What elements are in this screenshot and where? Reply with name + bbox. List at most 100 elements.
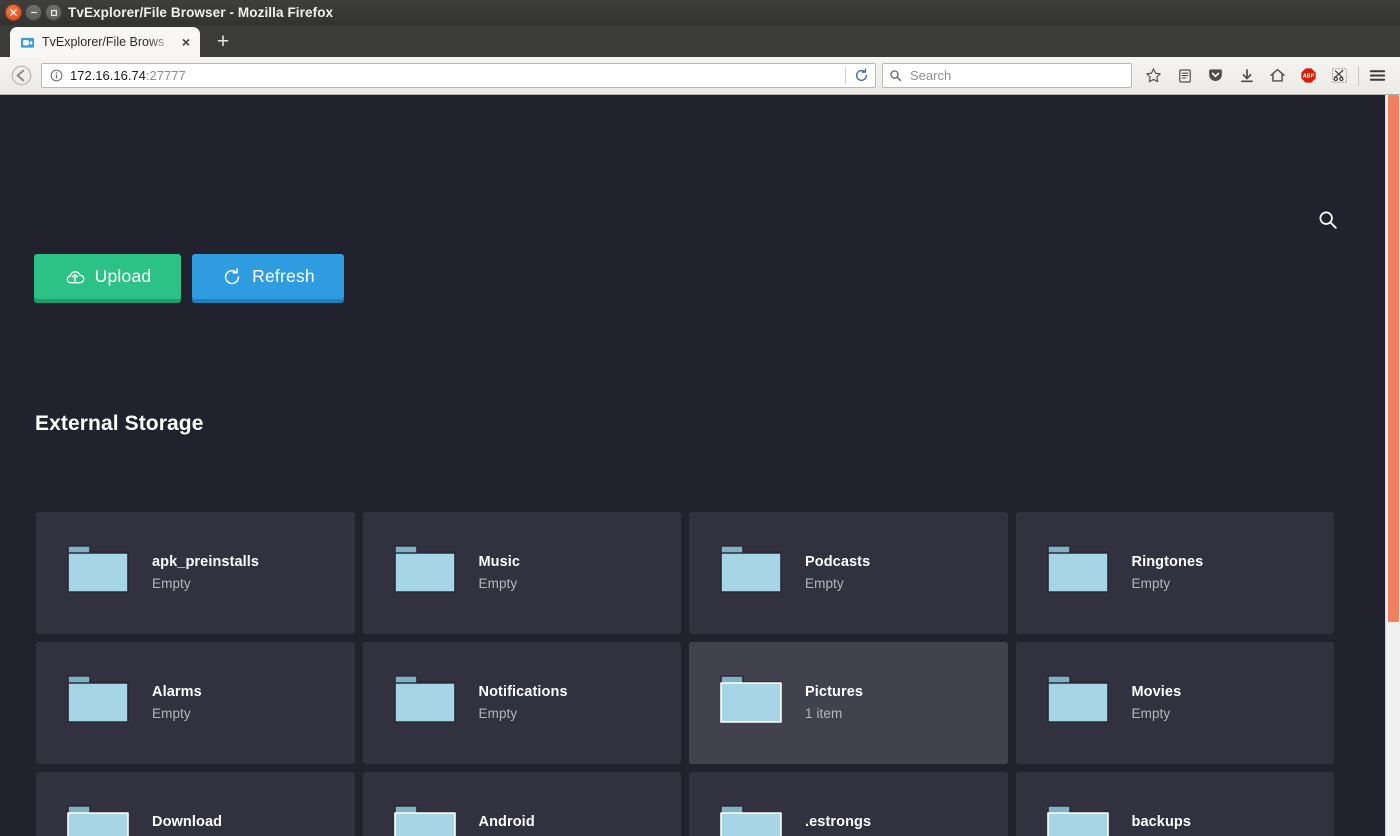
folder-meta: Pictures 1 item	[805, 667, 863, 721]
back-arrow-icon[interactable]	[7, 62, 35, 90]
info-icon[interactable]	[49, 69, 64, 82]
folder-grid: apk_preinstalls Empty Music Empty	[36, 512, 1334, 836]
search-icon[interactable]	[1315, 207, 1341, 233]
url-bar[interactable]: 172.16.16.74:27777	[41, 63, 876, 88]
library-icon[interactable]	[1169, 61, 1200, 91]
folder-icon	[1046, 667, 1110, 730]
url-port: :27777	[146, 68, 186, 83]
folder-meta: .estrongs 14 items	[805, 797, 871, 836]
minimize-icon[interactable]	[25, 4, 42, 21]
folder-name: Pictures	[805, 684, 863, 701]
folder-card[interactable]: Notifications Empty	[363, 642, 682, 764]
folder-name: Music	[479, 554, 521, 571]
folder-card[interactable]: Podcasts Empty	[689, 512, 1008, 634]
folder-info: 1 item	[805, 706, 863, 721]
folder-meta: Movies Empty	[1132, 667, 1182, 721]
url-text: 172.16.16.74:27777	[64, 68, 842, 83]
folder-icon	[719, 667, 783, 730]
folder-name: Movies	[1132, 684, 1182, 701]
toolbar-icons: ABP	[1138, 61, 1393, 91]
folder-icon	[1046, 797, 1110, 836]
navigation-toolbar: 172.16.16.74:27777 Search	[0, 57, 1400, 95]
folder-info: Empty	[152, 576, 259, 591]
folder-meta: Notifications Empty	[479, 667, 568, 721]
firefox-window: TvExplorer/File Browser - Mozilla Firefo…	[0, 0, 1400, 836]
folder-name: .estrongs	[805, 814, 871, 831]
reload-icon[interactable]	[849, 65, 873, 86]
hamburger-menu-icon[interactable]	[1362, 61, 1393, 91]
search-bar[interactable]: Search	[882, 63, 1132, 88]
pocket-icon[interactable]	[1200, 61, 1231, 91]
scissors-icon[interactable]	[1324, 61, 1355, 91]
folder-meta: Alarms Empty	[152, 667, 202, 721]
page-viewport: Upload Refresh External Storage	[0, 95, 1400, 836]
folder-info: Empty	[152, 706, 202, 721]
cloud-upload-icon	[64, 266, 86, 288]
folder-meta: Ringtones Empty	[1132, 537, 1204, 591]
bookmark-star-icon[interactable]	[1138, 61, 1169, 91]
svg-text:ABP: ABP	[1303, 74, 1315, 80]
folder-info: Empty	[805, 576, 870, 591]
folder-card[interactable]: Download 12 items	[36, 772, 355, 836]
tab-bar: TvExplorer/File Brows × +	[0, 25, 1400, 57]
folder-card[interactable]: Pictures 1 item	[689, 642, 1008, 764]
folder-icon	[393, 797, 457, 836]
window-titlebar: TvExplorer/File Browser - Mozilla Firefo…	[0, 0, 1400, 25]
refresh-button[interactable]: Refresh	[192, 254, 344, 299]
window-controls	[0, 4, 62, 21]
divider	[1358, 66, 1359, 86]
folder-icon	[393, 537, 457, 600]
folder-card[interactable]: Music Empty	[363, 512, 682, 634]
folder-card[interactable]: Android 3 items	[363, 772, 682, 836]
folder-icon	[1046, 537, 1110, 600]
folder-name: Android	[479, 814, 535, 831]
divider	[845, 67, 846, 84]
page-title: External Storage	[35, 412, 204, 436]
file-browser-page: Upload Refresh External Storage	[0, 95, 1385, 836]
folder-meta: Download 12 items	[152, 797, 222, 836]
folder-name: Alarms	[152, 684, 202, 701]
downloads-icon[interactable]	[1231, 61, 1262, 91]
folder-meta: Podcasts Empty	[805, 537, 870, 591]
search-icon	[889, 69, 904, 82]
folder-name: Notifications	[479, 684, 568, 701]
action-buttons: Upload Refresh	[34, 254, 344, 299]
folder-info: Empty	[1132, 576, 1204, 591]
folder-meta: backups 3 items	[1132, 797, 1192, 836]
folder-meta: Android 3 items	[479, 797, 535, 836]
new-tab-button[interactable]: +	[208, 26, 238, 56]
folder-icon	[719, 797, 783, 836]
page-icon	[19, 34, 35, 50]
home-icon[interactable]	[1262, 61, 1293, 91]
folder-card[interactable]: backups 3 items	[1016, 772, 1335, 836]
search-input-placeholder: Search	[904, 68, 951, 83]
page-scrollbar[interactable]	[1385, 95, 1400, 836]
folder-name: Download	[152, 814, 222, 831]
folder-icon	[393, 667, 457, 730]
folder-info: Empty	[479, 706, 568, 721]
upload-button[interactable]: Upload	[34, 254, 181, 299]
folder-meta: Music Empty	[479, 537, 521, 591]
folder-name: apk_preinstalls	[152, 554, 259, 571]
folder-card[interactable]: Movies Empty	[1016, 642, 1335, 764]
folder-card[interactable]: .estrongs 14 items	[689, 772, 1008, 836]
folder-card[interactable]: Ringtones Empty	[1016, 512, 1335, 634]
scrollbar-thumb[interactable]	[1388, 95, 1399, 622]
folder-icon	[66, 667, 130, 730]
folder-card[interactable]: Alarms Empty	[36, 642, 355, 764]
adblock-plus-icon[interactable]: ABP	[1293, 61, 1324, 91]
close-icon[interactable]	[5, 4, 22, 21]
folder-icon	[66, 537, 130, 600]
folder-name: backups	[1132, 814, 1192, 831]
folder-info: Empty	[1132, 706, 1182, 721]
browser-tab[interactable]: TvExplorer/File Brows ×	[10, 27, 200, 57]
tab-title: TvExplorer/File Brows	[42, 35, 178, 49]
close-icon[interactable]: ×	[178, 34, 194, 50]
folder-name: Ringtones	[1132, 554, 1204, 571]
maximize-icon[interactable]	[45, 4, 62, 21]
folder-icon	[66, 797, 130, 836]
folder-card[interactable]: apk_preinstalls Empty	[36, 512, 355, 634]
folder-meta: apk_preinstalls Empty	[152, 537, 259, 591]
window-title: TvExplorer/File Browser - Mozilla Firefo…	[0, 5, 1400, 20]
folder-icon	[719, 537, 783, 600]
